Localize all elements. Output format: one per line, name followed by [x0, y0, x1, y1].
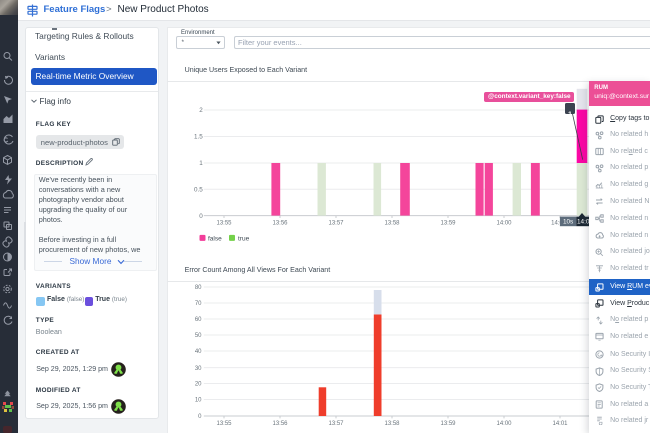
- svg-text:13:58: 13:58: [384, 221, 400, 227]
- svg-text:0: 0: [198, 414, 202, 420]
- svg-text:2: 2: [199, 107, 203, 114]
- svg-text:14:01: 14:01: [552, 421, 568, 427]
- svg-text:10s: 10s: [563, 219, 573, 226]
- svg-text:60: 60: [195, 317, 202, 323]
- svg-text:0.5: 0.5: [194, 187, 203, 194]
- svg-text:40: 40: [195, 349, 202, 355]
- svg-text:0: 0: [199, 213, 203, 220]
- svg-text:80: 80: [195, 285, 202, 291]
- svg-text:13:57: 13:57: [328, 421, 344, 427]
- svg-text:13:55: 13:55: [216, 421, 232, 427]
- svg-text:13:56: 13:56: [272, 221, 288, 227]
- svg-text:13:57: 13:57: [328, 221, 344, 227]
- svg-text:13:58: 13:58: [384, 421, 400, 427]
- svg-text:30: 30: [195, 366, 202, 372]
- svg-text:14:00: 14:00: [496, 221, 512, 227]
- svg-text:10: 10: [195, 398, 202, 404]
- svg-text:1: 1: [199, 160, 203, 167]
- svg-text:20: 20: [195, 382, 202, 388]
- svg-text:14:00: 14:00: [496, 421, 512, 427]
- svg-text:1.5: 1.5: [194, 134, 203, 141]
- svg-text:13:59: 13:59: [440, 421, 456, 427]
- svg-text:50: 50: [195, 333, 202, 339]
- svg-text:13:55: 13:55: [216, 221, 232, 227]
- svg-text:false: false: [208, 235, 222, 242]
- svg-text:13:59: 13:59: [440, 221, 456, 227]
- svg-text:13:56: 13:56: [272, 421, 288, 427]
- svg-text:true: true: [238, 235, 250, 242]
- svg-text:70: 70: [195, 301, 202, 307]
